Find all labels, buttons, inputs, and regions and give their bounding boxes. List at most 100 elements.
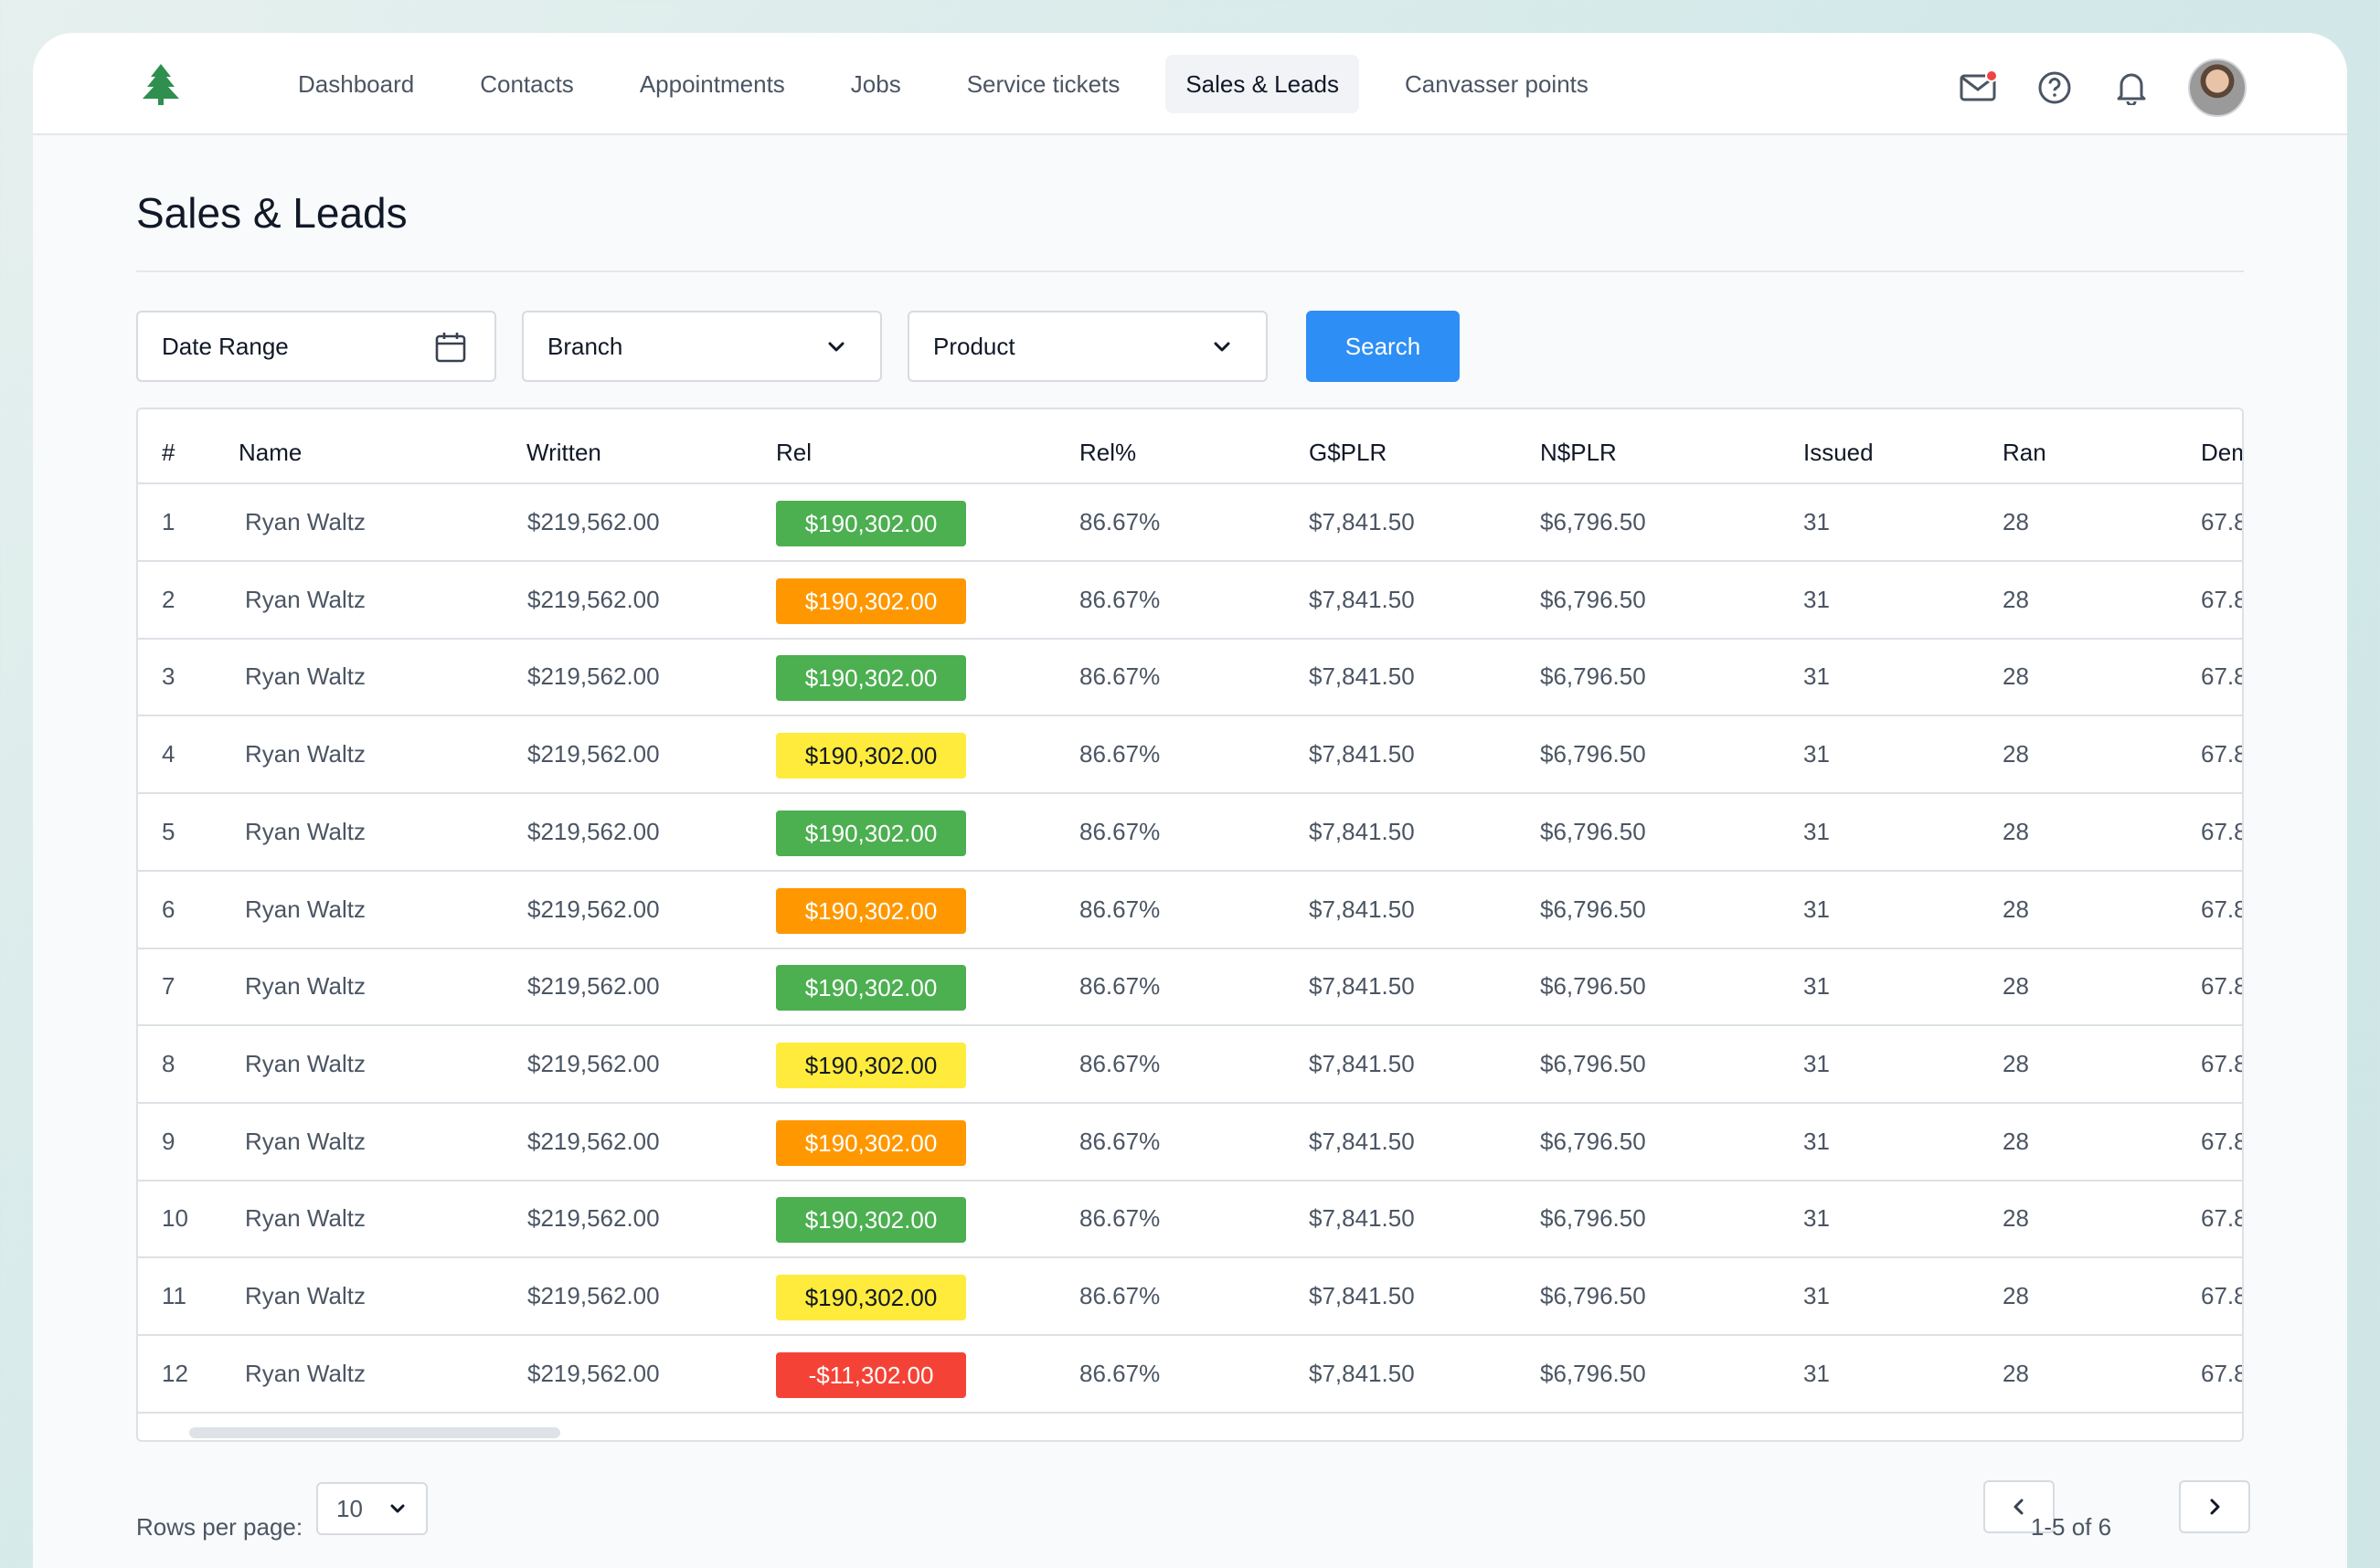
- cell-nplr: $6,796.50: [1540, 586, 1646, 613]
- cell-ran: 28: [2003, 662, 2029, 690]
- cell-issued: 31: [1803, 740, 1830, 768]
- cell-issued: 31: [1803, 508, 1830, 535]
- branch-select[interactable]: Branch: [522, 311, 882, 382]
- table-row[interactable]: 10 Ryan Waltz $219,562.00 86.67% $7,841.50 $6…: [138, 1181, 2242, 1258]
- cell-name: Ryan Waltz: [245, 586, 366, 613]
- nav-item-dashboard[interactable]: Dashboard: [278, 55, 434, 113]
- cell-nplr: $6,796.50: [1540, 1360, 1646, 1387]
- cell-name: Ryan Waltz: [245, 1282, 366, 1309]
- table-row[interactable]: 6 Ryan Waltz $219,562.00 86.67% $7,841.50 $6,…: [138, 872, 2242, 949]
- product-select[interactable]: Product: [908, 311, 1268, 382]
- cell-dem: 67.8: [2201, 508, 2244, 535]
- search-button[interactable]: Search: [1306, 311, 1460, 382]
- table-row[interactable]: 5 Ryan Waltz $219,562.00 86.67% $7,841.50 $6,…: [138, 794, 2242, 872]
- table-row[interactable]: 8 Ryan Waltz $219,562.00 86.67% $7,841.50 $6,…: [138, 1026, 2242, 1104]
- cell-ran: 28: [2003, 1360, 2029, 1387]
- rel-status-badge: $190,302.00: [776, 578, 966, 624]
- cell-rel-pct: 86.67%: [1079, 508, 1161, 535]
- cell-written: $219,562.00: [527, 1360, 660, 1387]
- cell-ran: 28: [2003, 1204, 2029, 1232]
- scrollbar-thumb[interactable]: [189, 1427, 560, 1438]
- cell-gplr: $7,841.50: [1309, 1128, 1415, 1155]
- cell-index: 6: [162, 895, 175, 923]
- table-row[interactable]: 1 Ryan Waltz $219,562.00 86.67% $7,841.50 $6,…: [138, 484, 2242, 562]
- next-page-button[interactable]: [2179, 1480, 2250, 1533]
- cell-gplr: $7,841.50: [1309, 972, 1415, 1000]
- cell-nplr: $6,796.50: [1540, 895, 1646, 923]
- user-avatar[interactable]: [2188, 58, 2247, 117]
- rel-status-badge: -$11,302.00: [776, 1352, 966, 1398]
- rel-status-badge: $190,302.00: [776, 501, 966, 546]
- nav-item-service-tickets[interactable]: Service tickets: [947, 55, 1141, 113]
- cell-nplr: $6,796.50: [1540, 662, 1646, 690]
- cell-issued: 31: [1803, 1282, 1830, 1309]
- cell-index: 5: [162, 818, 175, 845]
- col-header-index[interactable]: #: [162, 409, 175, 484]
- date-range-picker[interactable]: Date Range: [136, 311, 496, 382]
- cell-index: 12: [162, 1360, 188, 1387]
- cell-rel-pct: 86.67%: [1079, 895, 1161, 923]
- help-icon[interactable]: [2035, 68, 2075, 108]
- rel-status-badge: $190,302.00: [776, 655, 966, 701]
- nav-item-canvasser-points[interactable]: Canvasser points: [1385, 55, 1609, 113]
- nav-item-sales-leads[interactable]: Sales & Leads: [1165, 55, 1359, 113]
- rel-status-badge: $190,302.00: [776, 888, 966, 934]
- table-row[interactable]: 12 Ryan Waltz $219,562.00 86.67% $7,841.50 $6…: [138, 1336, 2242, 1414]
- nav-item-contacts[interactable]: Contacts: [460, 55, 594, 113]
- rel-status-badge: $190,302.00: [776, 1275, 966, 1320]
- nav-item-appointments[interactable]: Appointments: [620, 55, 805, 113]
- cell-rel-pct: 86.67%: [1079, 1050, 1161, 1077]
- cell-index: 1: [162, 508, 175, 535]
- cell-name: Ryan Waltz: [245, 972, 366, 1000]
- cell-written: $219,562.00: [527, 662, 660, 690]
- col-header-written[interactable]: Written: [526, 409, 601, 484]
- rows-per-page-select[interactable]: 10: [316, 1482, 428, 1535]
- top-navigation-bar: Dashboard Contacts Appointments Jobs Ser…: [33, 33, 2347, 135]
- cell-gplr: $7,841.50: [1309, 508, 1415, 535]
- cell-dem: 67.8: [2201, 895, 2244, 923]
- cell-ran: 28: [2003, 972, 2029, 1000]
- col-header-rel-pct[interactable]: Rel%: [1079, 409, 1136, 484]
- col-header-dem[interactable]: Dem: [2201, 409, 2242, 484]
- table-row[interactable]: 2 Ryan Waltz $219,562.00 86.67% $7,841.50 $6,…: [138, 562, 2242, 640]
- table-row[interactable]: 7 Ryan Waltz $219,562.00 86.67% $7,841.50 $6,…: [138, 948, 2242, 1026]
- page-title: Sales & Leads: [136, 189, 408, 237]
- col-header-rel[interactable]: Rel: [776, 409, 812, 484]
- bell-icon[interactable]: [2111, 68, 2152, 108]
- app-window: Dashboard Contacts Appointments Jobs Ser…: [33, 33, 2347, 1568]
- rel-status-badge: $190,302.00: [776, 810, 966, 856]
- cell-index: 3: [162, 662, 175, 690]
- table-row[interactable]: 4 Ryan Waltz $219,562.00 86.67% $7,841.50 $6,…: [138, 716, 2242, 794]
- cell-issued: 31: [1803, 586, 1830, 613]
- col-header-gplr[interactable]: G$PLR: [1309, 409, 1387, 484]
- cell-ran: 28: [2003, 1128, 2029, 1155]
- rel-status-badge: $190,302.00: [776, 733, 966, 779]
- cell-dem: 67.8: [2201, 662, 2244, 690]
- cell-ran: 28: [2003, 895, 2029, 923]
- table-row[interactable]: 9 Ryan Waltz $219,562.00 86.67% $7,841.50 $6,…: [138, 1104, 2242, 1181]
- cell-gplr: $7,841.50: [1309, 740, 1415, 768]
- cell-issued: 31: [1803, 1128, 1830, 1155]
- col-header-ran[interactable]: Ran: [2003, 409, 2046, 484]
- table-row[interactable]: 3 Ryan Waltz $219,562.00 86.67% $7,841.50 $6,…: [138, 639, 2242, 716]
- col-header-issued[interactable]: Issued: [1803, 409, 1874, 484]
- cell-written: $219,562.00: [527, 586, 660, 613]
- cell-index: 8: [162, 1050, 175, 1077]
- cell-nplr: $6,796.50: [1540, 1128, 1646, 1155]
- col-header-name[interactable]: Name: [239, 409, 302, 484]
- cell-rel-pct: 86.67%: [1079, 1204, 1161, 1232]
- nav-item-jobs[interactable]: Jobs: [831, 55, 921, 113]
- cell-gplr: $7,841.50: [1309, 818, 1415, 845]
- col-header-nplr[interactable]: N$PLR: [1540, 409, 1617, 484]
- cell-rel-pct: 86.67%: [1079, 1128, 1161, 1155]
- mail-icon[interactable]: [1958, 68, 1998, 108]
- tree-logo-icon[interactable]: [141, 64, 181, 106]
- table-row[interactable]: 11 Ryan Waltz $219,562.00 86.67% $7,841.50 $6…: [138, 1258, 2242, 1336]
- cell-name: Ryan Waltz: [245, 1204, 366, 1232]
- cell-rel-pct: 86.67%: [1079, 1282, 1161, 1309]
- cell-nplr: $6,796.50: [1540, 818, 1646, 845]
- product-label: Product: [933, 333, 1015, 360]
- cell-gplr: $7,841.50: [1309, 1204, 1415, 1232]
- cell-index: 11: [162, 1282, 186, 1309]
- cell-written: $219,562.00: [527, 1282, 660, 1309]
